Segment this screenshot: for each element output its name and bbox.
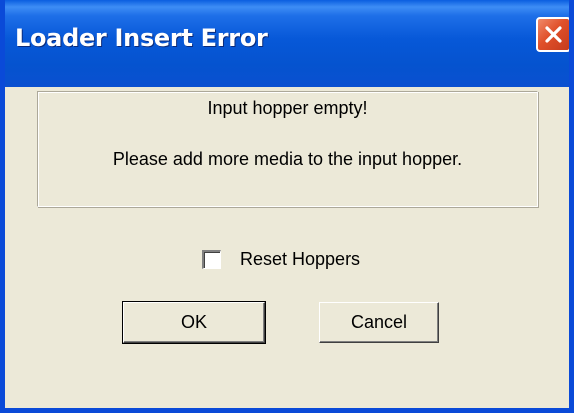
reset-hoppers-option[interactable]: Reset Hoppers xyxy=(202,247,360,271)
message-panel: Input hopper empty! Please add more medi… xyxy=(37,91,538,207)
title-bar[interactable]: Loader Insert Error xyxy=(5,0,569,87)
close-button[interactable] xyxy=(536,17,569,52)
dialog-window: Loader Insert Error Input hopper empty! … xyxy=(0,0,574,413)
error-detail: Please add more media to the input hoppe… xyxy=(112,149,463,169)
window-title: Loader Insert Error xyxy=(15,24,268,52)
reset-hoppers-label[interactable]: Reset Hoppers xyxy=(240,249,360,270)
error-heading: Input hopper empty! xyxy=(207,98,368,118)
close-icon xyxy=(545,26,562,43)
cancel-button[interactable]: Cancel xyxy=(319,302,439,343)
reset-hoppers-checkbox[interactable] xyxy=(202,249,221,269)
dialog-body: Input hopper empty! Please add more medi… xyxy=(5,87,569,408)
ok-button[interactable]: OK xyxy=(122,301,266,344)
